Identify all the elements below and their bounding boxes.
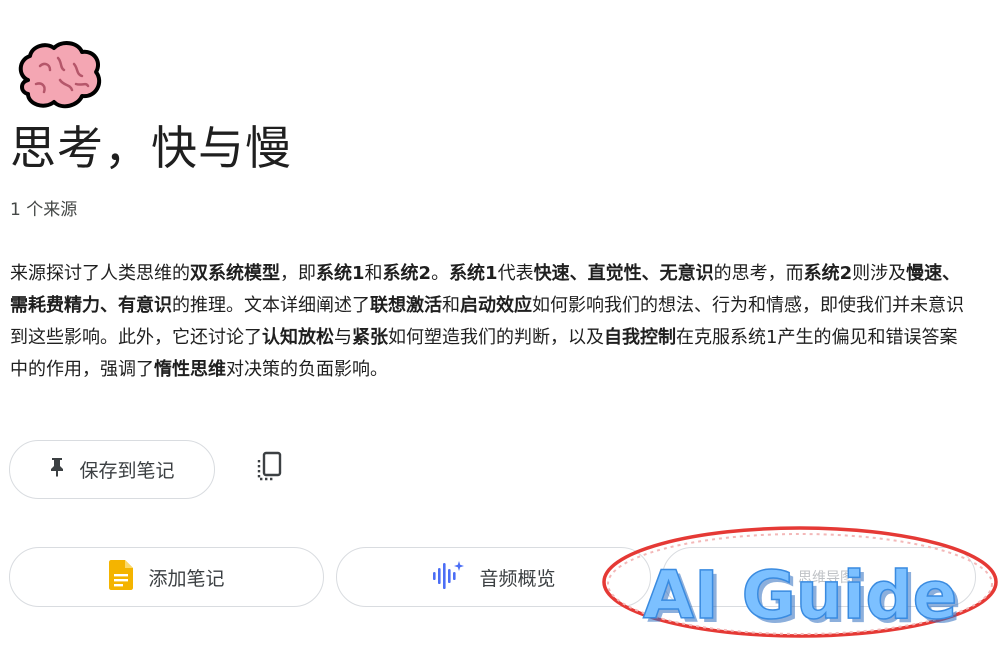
pin-icon	[49, 457, 65, 482]
brain-icon	[14, 40, 102, 112]
save-to-note-label: 保存到笔记	[79, 460, 175, 482]
summary-highlight: 启动效应	[460, 295, 532, 316]
summary-text: 代表	[497, 263, 534, 284]
summary-text: 和	[364, 263, 383, 284]
audio-overview-label: 音频概览	[479, 567, 556, 590]
summary-text: 对决策的负面影响。	[226, 359, 388, 380]
summary-text: 的推理。文本详细阐述了	[172, 295, 370, 316]
note-icon	[108, 559, 134, 596]
summary-highlight: 系统2	[382, 263, 432, 284]
summary-highlight: 系统1	[449, 263, 498, 284]
summary-text: ，即	[280, 263, 316, 284]
summary-highlight: 惰性思维	[154, 359, 226, 380]
source-count: 1 个来源	[10, 200, 78, 220]
summary-highlight: 紧张	[352, 327, 388, 348]
summary-highlight: 认知放松	[262, 327, 334, 348]
audio-overview-button[interactable]: 音频概览	[336, 547, 651, 607]
summary-highlight: 快速、直觉性、无意识	[533, 263, 714, 284]
mind-map-button[interactable]: 思维导图	[662, 547, 976, 607]
notebook-title: 思考，快与慢	[10, 121, 292, 175]
summary-text: 来源探讨了人类思维的	[10, 263, 190, 284]
save-to-note-button[interactable]: 保存到笔记	[9, 440, 215, 499]
copy-button[interactable]	[248, 448, 290, 490]
summary-text: 如何塑造我们的判断，以及	[388, 327, 604, 348]
source-summary: 来源探讨了人类思维的双系统模型，即系统1和系统2。系统1代表快速、直觉性、无意识…	[10, 258, 975, 386]
summary-highlight: 双系统模型	[190, 263, 280, 284]
summary-highlight: 系统1	[316, 263, 365, 284]
copy-icon	[255, 451, 283, 487]
summary-text: 。	[431, 263, 450, 284]
summary-highlight: 联想激活	[370, 295, 442, 316]
summary-highlight: 系统2	[803, 263, 853, 284]
notebook-page: 思考，快与慢 1 个来源 来源探讨了人类思维的双系统模型，即系统1和系统2。系统…	[0, 0, 999, 664]
summary-text: 和	[442, 295, 460, 316]
add-note-label: 添加笔记	[148, 567, 225, 590]
summary-text: 的思考，而	[713, 263, 804, 284]
summary-highlight: 自我控制	[604, 327, 676, 348]
add-note-button[interactable]: 添加笔记	[9, 547, 324, 607]
audio-waveform-icon	[431, 559, 465, 596]
mind-map-label: 思维导图	[798, 570, 854, 586]
summary-text: 与	[334, 327, 352, 348]
summary-text: 则涉及	[852, 263, 907, 284]
